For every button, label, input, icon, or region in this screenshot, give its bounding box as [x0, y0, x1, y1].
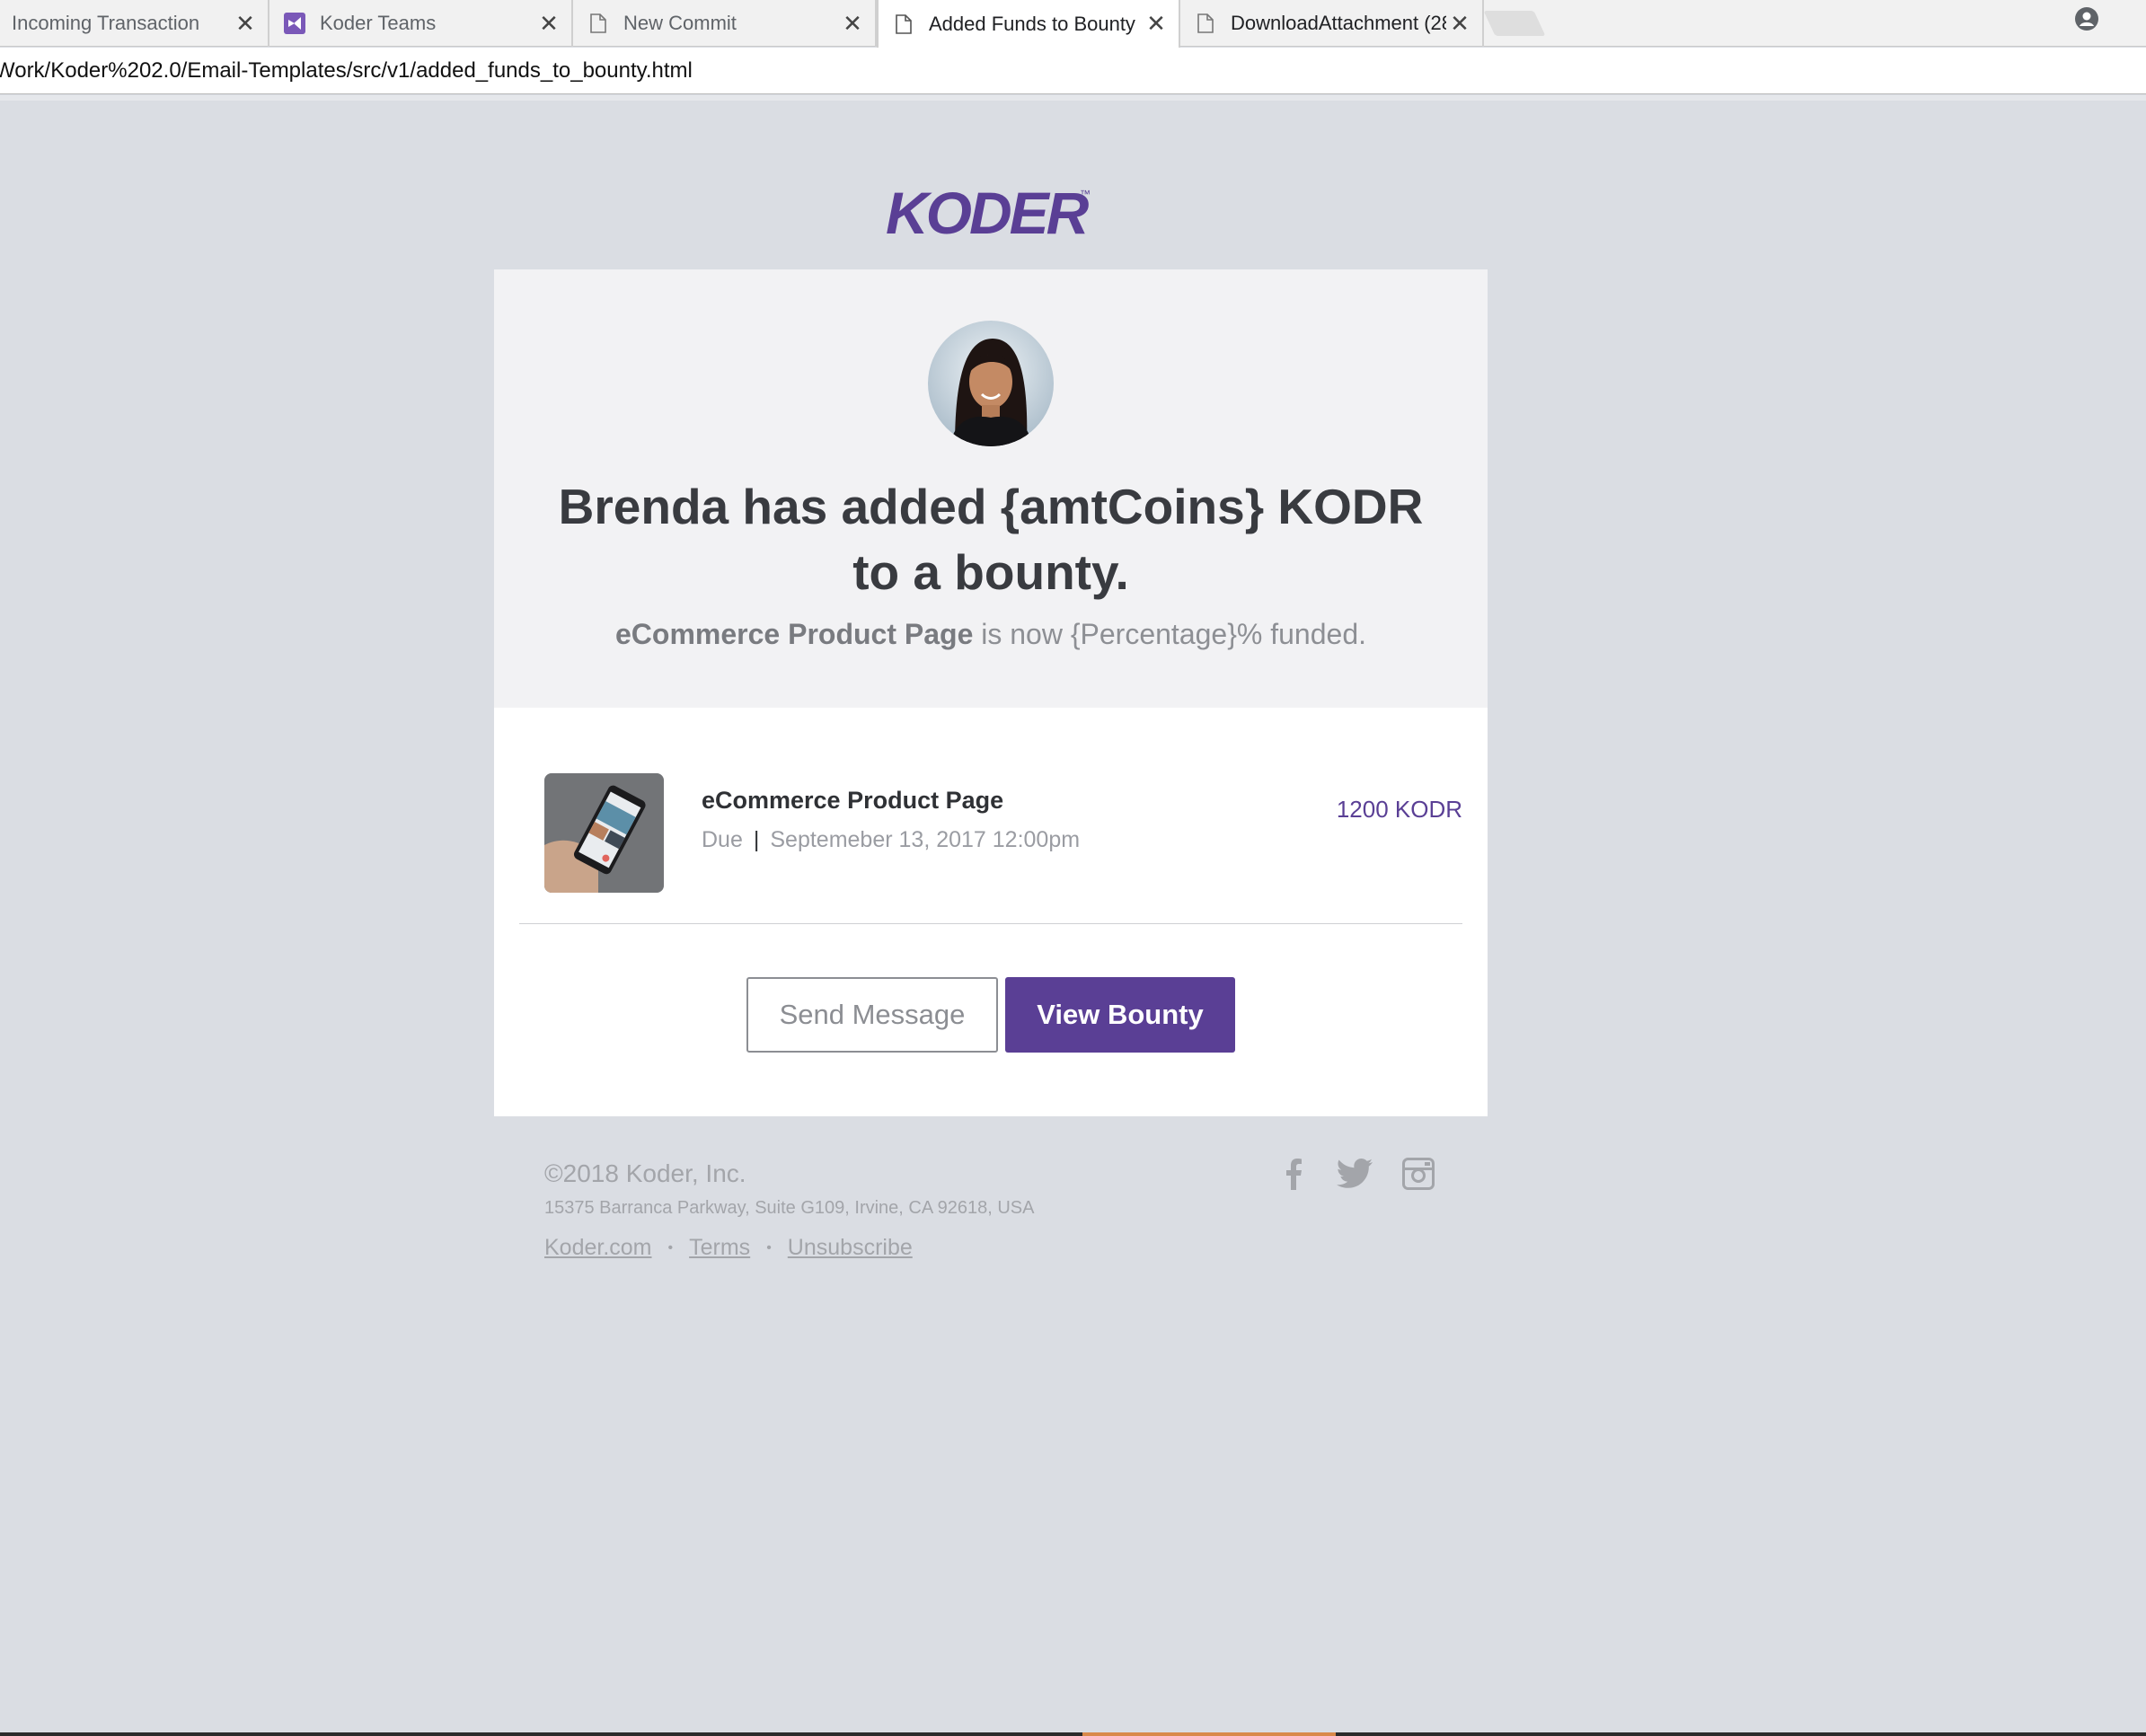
toolbar-divider [0, 95, 2146, 101]
trademark-mark: ™ [1080, 188, 1091, 200]
tab-download-attachment[interactable]: DownloadAttachment (28 ✕ [1180, 0, 1484, 47]
funding-percentage-text: is now {Percentage}% funded. [973, 618, 1366, 650]
close-tab-icon[interactable]: ✕ [535, 10, 562, 38]
terms-link[interactable]: Terms [689, 1235, 750, 1260]
window-bottom-edge [0, 1732, 2146, 1736]
twitter-icon[interactable] [1337, 1156, 1373, 1192]
project-name: eCommerce Product Page [615, 618, 974, 650]
tab-title: New Commit [623, 12, 737, 34]
view-bounty-button[interactable]: View Bounty [1005, 977, 1235, 1053]
bounty-details-card: eCommerce Product Page Due | Septemeber 13… [494, 708, 1488, 1116]
bounty-title[interactable]: eCommerce Product Page [702, 787, 1003, 815]
visual-studio-icon [284, 12, 305, 35]
headline: Brenda has added {amtCoins} KODR to a bo… [558, 479, 1424, 600]
due-separator: | [753, 827, 760, 852]
tab-title: Koder Teams [320, 12, 437, 34]
tab-title: Added Funds to Bounty [929, 12, 1135, 35]
new-tab-button[interactable] [1483, 11, 1546, 36]
due-date: Septemeber 13, 2017 12:00pm [770, 827, 1081, 852]
bounty-thumbnail[interactable] [544, 773, 664, 893]
divider [519, 923, 1462, 924]
profile-icon[interactable] [2075, 7, 2098, 31]
taskbar-accent [1082, 1732, 1336, 1736]
unsubscribe-link[interactable]: Unsubscribe [788, 1235, 913, 1260]
tab-strip: Incoming Transaction ✕ Koder Teams ✕ New… [0, 0, 2146, 48]
funding-status-text: eCommerce Product Page is now {Percentag… [530, 618, 1452, 651]
footer-links: Koder.com • Terms • Unsubscribe [544, 1235, 913, 1261]
company-address: 15375 Barranca Parkway, Suite G109, Irvi… [544, 1198, 1035, 1218]
logo-wordmark: KODER [886, 180, 1090, 246]
url-text[interactable]: Work/Koder%202.0/Email-Templates/src/v1/… [0, 58, 693, 84]
close-tab-icon[interactable]: ✕ [1143, 10, 1170, 38]
address-bar[interactable]: Work/Koder%202.0/Email-Templates/src/v1/… [0, 48, 2146, 94]
close-tab-icon[interactable]: ✕ [839, 10, 866, 38]
bounty-amount: 1200 KODR [1336, 796, 1462, 823]
close-tab-icon[interactable]: ✕ [1446, 10, 1473, 38]
instagram-icon[interactable] [1400, 1156, 1436, 1192]
link-separator: • [766, 1240, 772, 1256]
tab-new-commit[interactable]: New Commit ✕ [573, 0, 877, 47]
due-label: Due [702, 827, 743, 852]
bounty-due-date: Due | Septemeber 13, 2017 12:00pm [702, 827, 1080, 853]
copyright-text: ©2018 Koder, Inc. [544, 1159, 746, 1187]
close-tab-icon[interactable]: ✕ [232, 10, 259, 38]
tab-title: DownloadAttachment (28 [1231, 12, 1446, 34]
page-icon [587, 12, 609, 35]
koder-com-link[interactable]: Koder.com [544, 1235, 652, 1260]
tab-title: Incoming Transaction [12, 12, 200, 34]
send-message-button[interactable]: Send Message [746, 977, 998, 1053]
tab-added-funds-to-bounty[interactable]: Added Funds to Bounty ✕ [877, 0, 1180, 48]
facebook-icon[interactable] [1276, 1156, 1311, 1192]
page-icon [1195, 12, 1216, 35]
tab-koder-teams[interactable]: Koder Teams ✕ [269, 0, 573, 47]
page-icon [893, 13, 914, 36]
tab-incoming-transaction[interactable]: Incoming Transaction ✕ [0, 0, 269, 47]
avatar [928, 321, 1054, 446]
notification-header-card: Brenda has added {amtCoins} KODR to a bo… [494, 269, 1488, 708]
koder-logo: KODER ™ [880, 180, 1096, 250]
link-separator: • [667, 1240, 674, 1256]
